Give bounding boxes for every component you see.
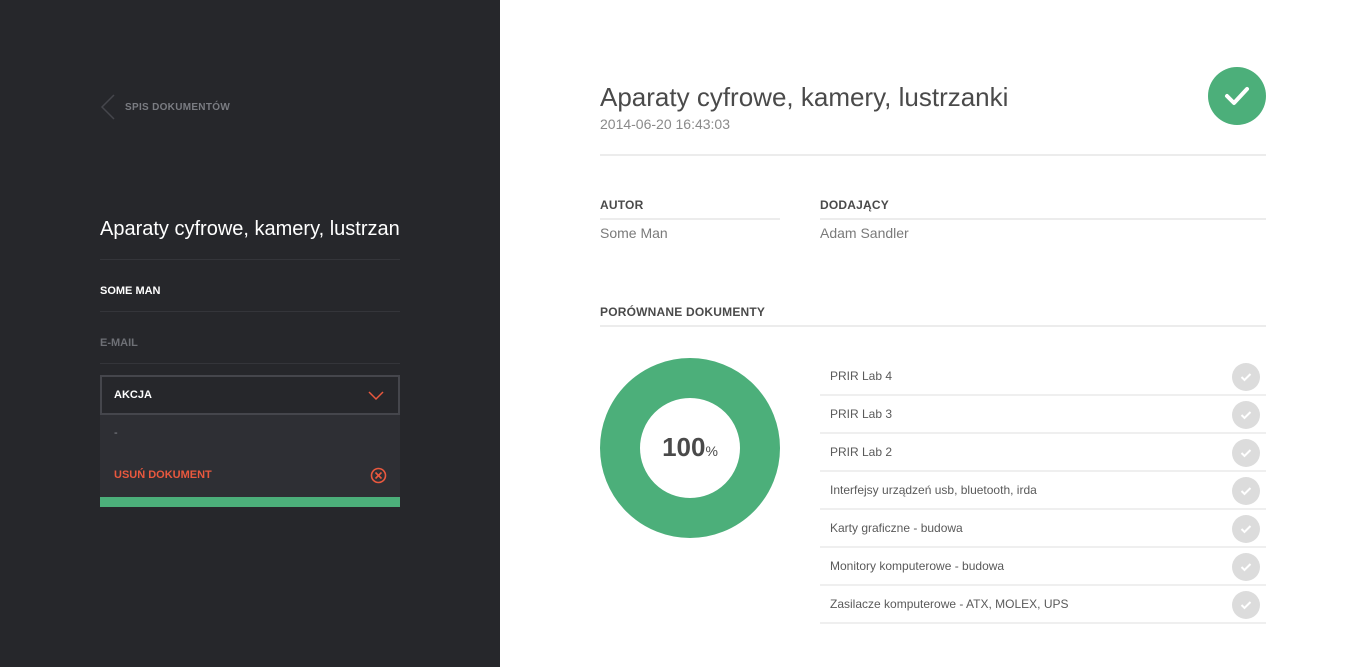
checkmark-icon (1225, 87, 1249, 105)
page-title: Aparaty cyfrowe, kamery, lustrzanki (600, 82, 1009, 112)
check-icon (1232, 439, 1260, 467)
sidebar-author-name: SOME MAN (100, 285, 161, 297)
compared-documents-header: PORÓWNANE DOKUMENTY (600, 305, 766, 319)
divider (600, 325, 1266, 327)
compared-document-name: PRIR Lab 3 (830, 407, 893, 421)
chevron-left-icon (100, 94, 115, 120)
similarity-value: 100 (662, 432, 706, 462)
document-date: 2014-06-20 16:43:03 (600, 116, 730, 132)
compared-document-row[interactable]: Zasilacze komputerowe - ATX, MOLEX, UPS (820, 586, 1266, 624)
action-dropdown-label: AKCJA (114, 389, 152, 401)
action-dropdown[interactable]: AKCJA (100, 375, 400, 415)
sidebar-email[interactable]: E-MAIL (100, 337, 138, 349)
dropdown-item-empty[interactable]: - (114, 427, 118, 439)
compared-document-name: PRIR Lab 2 (830, 445, 893, 459)
divider (600, 218, 780, 220)
adder-value: Adam Sandler (820, 225, 909, 241)
compared-document-row[interactable]: PRIR Lab 2 (820, 434, 1266, 472)
sidebar: SPIS DOKUMENTÓW Aparaty cyfrowe, kamery,… (0, 0, 500, 667)
divider (100, 259, 400, 260)
divider (100, 363, 400, 364)
compared-document-name: Karty graficzne - budowa (830, 521, 963, 535)
sidebar-document-title: Aparaty cyfrowe, kamery, lustrzanki (100, 218, 400, 240)
divider (600, 154, 1266, 156)
status-badge (1208, 67, 1266, 125)
similarity-unit: % (705, 443, 718, 459)
progress-bar (100, 497, 400, 507)
check-icon (1232, 515, 1260, 543)
check-icon (1232, 553, 1260, 581)
divider (820, 218, 1266, 220)
back-to-document-list-link[interactable]: SPIS DOKUMENTÓW (100, 94, 230, 120)
check-icon (1232, 363, 1260, 391)
author-value: Some Man (600, 225, 668, 241)
delete-circle-icon (370, 467, 387, 484)
divider (100, 311, 400, 312)
compared-document-row[interactable]: Karty graficzne - budowa (820, 510, 1266, 548)
compared-document-row[interactable]: PRIR Lab 4 (820, 358, 1266, 396)
chevron-down-icon (368, 391, 384, 401)
compared-document-name: Monitory komputerowe - budowa (830, 559, 1005, 573)
compared-document-name: Interfejsy urządzeń usb, bluetooth, irda (830, 483, 1037, 497)
author-header: AUTOR (600, 198, 644, 212)
check-icon (1232, 401, 1260, 429)
compared-document-name: PRIR Lab 4 (830, 369, 893, 383)
compared-document-name: Zasilacze komputerowe - ATX, MOLEX, UPS (830, 597, 1069, 611)
compared-documents-list: PRIR Lab 4 PRIR Lab 3 PRIR Lab 2 Interfe… (820, 358, 1266, 624)
compared-document-row[interactable]: Interfejsy urządzeń usb, bluetooth, irda (820, 472, 1266, 510)
action-dropdown-menu: - USUŃ DOKUMENT (100, 415, 400, 497)
delete-document-label: USUŃ DOKUMENT (114, 469, 212, 481)
check-icon (1232, 477, 1260, 505)
similarity-percentage: 100% (600, 432, 780, 463)
adder-header: DODAJĄCY (820, 198, 889, 212)
compared-document-row[interactable]: PRIR Lab 3 (820, 396, 1266, 434)
check-icon (1232, 591, 1260, 619)
compared-document-row[interactable]: Monitory komputerowe - budowa (820, 548, 1266, 586)
delete-document-option[interactable]: USUŃ DOKUMENT (100, 457, 400, 493)
back-link-label: SPIS DOKUMENTÓW (125, 101, 231, 113)
